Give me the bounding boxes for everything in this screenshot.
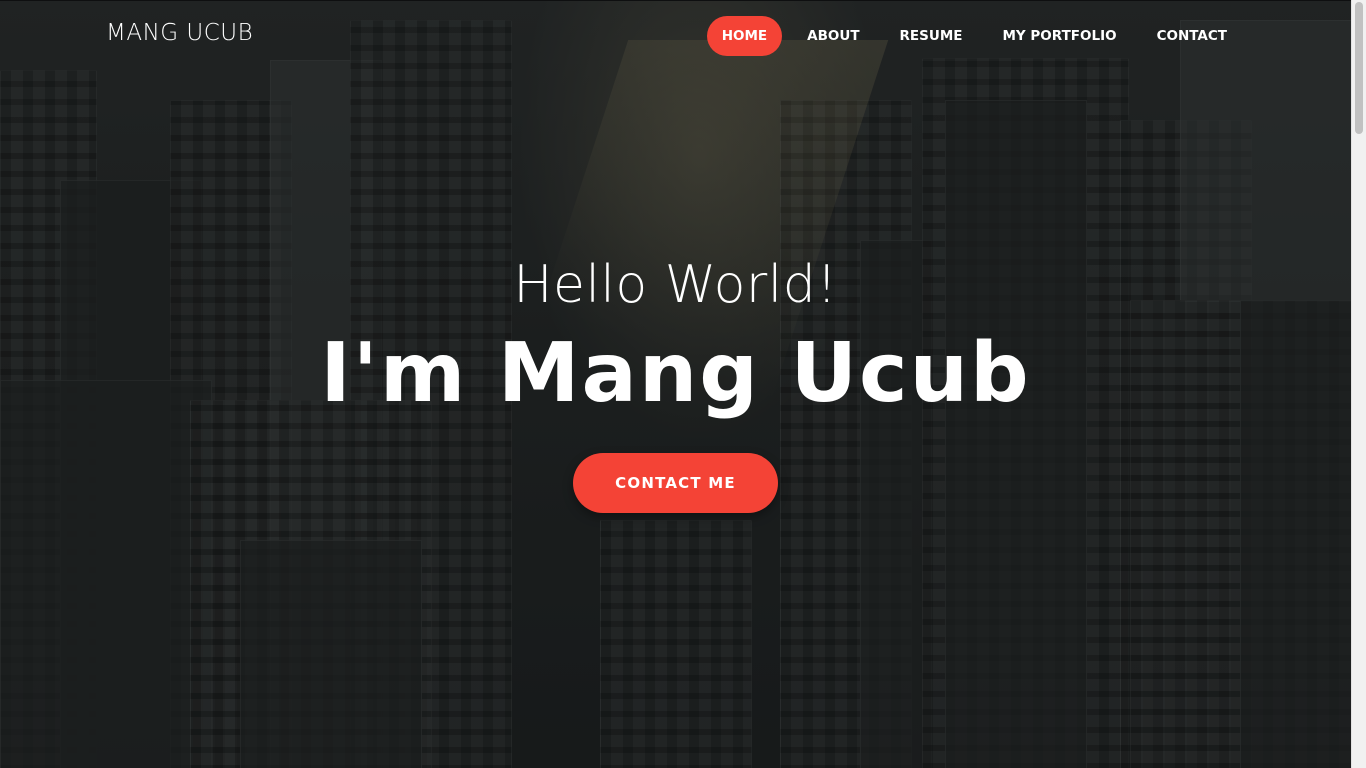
nav-item-my-portfolio[interactable]: MY PORTFOLIO	[988, 16, 1132, 56]
scrollbar-thumb[interactable]	[1355, 2, 1363, 134]
main-navigation: HOME ABOUT RESUME MY PORTFOLIO CONTACT	[697, 16, 1242, 56]
nav-item-resume[interactable]: RESUME	[885, 16, 978, 56]
nav-item-contact[interactable]: CONTACT	[1142, 16, 1242, 56]
page: MANG UCUB HOME ABOUT RESUME MY PORTFOLIO…	[0, 0, 1366, 768]
nav-item-home[interactable]: HOME	[706, 16, 783, 56]
page-scrollbar[interactable]	[1351, 0, 1366, 768]
nav-item-about[interactable]: ABOUT	[792, 16, 874, 56]
top-border	[0, 0, 1351, 1]
contact-me-button[interactable]: CONTACT ME	[573, 453, 778, 513]
hero-greeting: Hello World!	[513, 255, 838, 315]
site-logo[interactable]: MANG UCUB	[106, 20, 253, 46]
hero-title: I'm Mang Ucub	[320, 326, 1031, 421]
